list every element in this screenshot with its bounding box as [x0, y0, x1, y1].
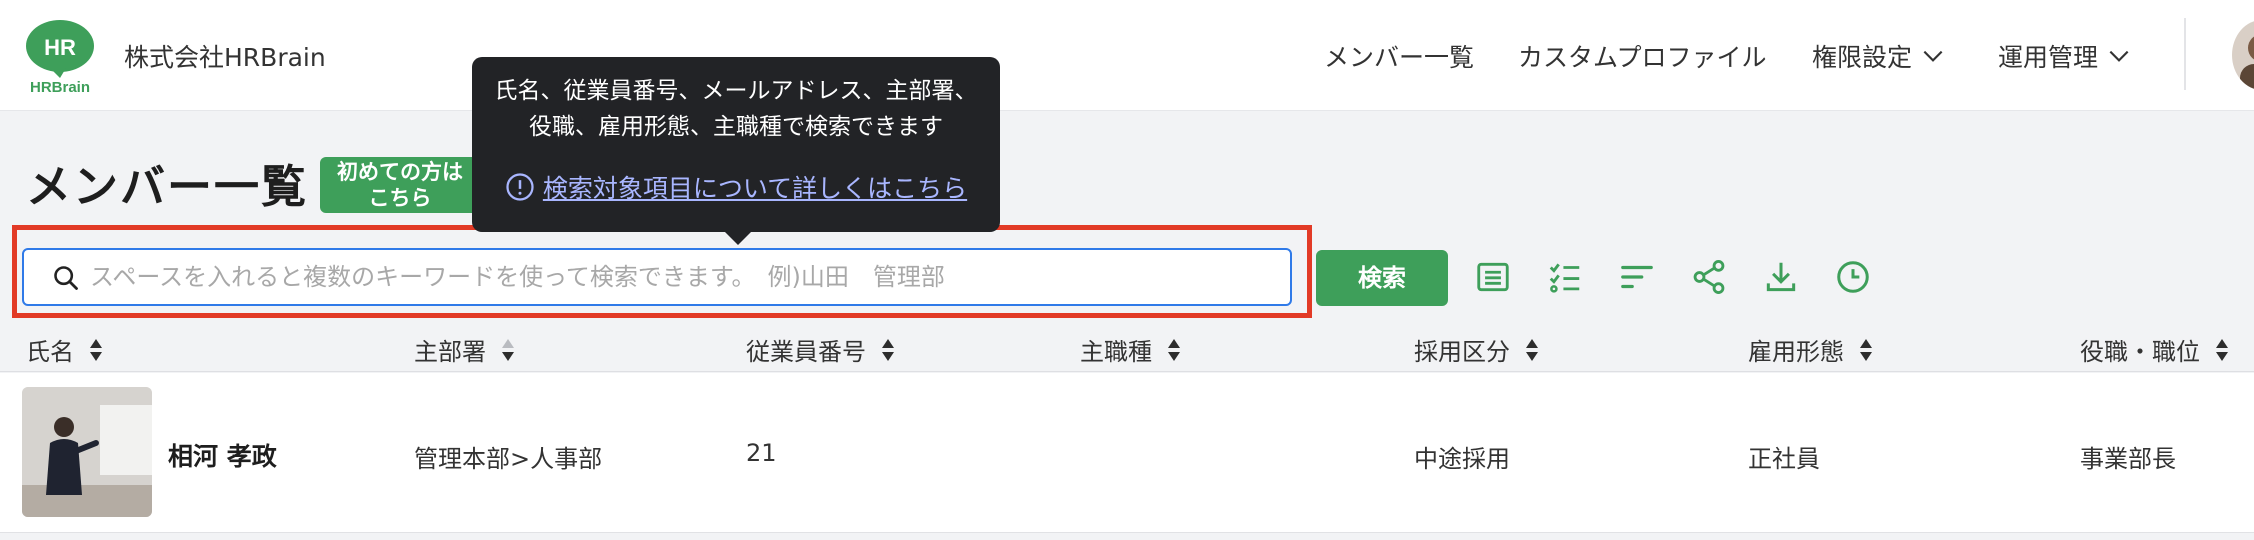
share-button[interactable] — [1690, 258, 1728, 296]
chevron-down-icon — [1923, 50, 1943, 62]
nav-custom-profile[interactable]: カスタムプロファイル — [1518, 38, 1767, 74]
page-title: メンバー一覧 — [26, 160, 309, 213]
list-view-icon — [1477, 262, 1509, 292]
search-icon — [54, 266, 78, 290]
column-header-hiring-label: 採用区分 — [1414, 338, 1510, 366]
column-header-employee-no[interactable]: 従業員番号 — [746, 332, 896, 367]
cell-position: 事業部長 — [2080, 445, 2176, 473]
nav-operation-management[interactable]: 運用管理 — [1998, 38, 2132, 74]
sort-icon — [1858, 337, 1874, 363]
logo-mark-text: HR — [44, 35, 76, 60]
sort-icon — [500, 337, 516, 363]
cell-employee-no: 21 — [746, 439, 777, 467]
sort-icon — [2214, 337, 2230, 363]
sort-icon — [88, 337, 104, 363]
search-box[interactable] — [22, 248, 1292, 306]
guide-button-line1: 初めての方は — [337, 160, 463, 184]
chevron-down-icon — [2109, 50, 2129, 62]
column-header-position-label: 役職・職位 — [2080, 338, 2200, 366]
nav-permission-settings-label: 権限設定 — [1812, 43, 1913, 72]
history-button[interactable] — [1834, 258, 1872, 296]
search-button[interactable]: 検索 — [1316, 250, 1448, 306]
cell-hiring: 中途採用 — [1414, 445, 1510, 473]
column-header-department[interactable]: 主部署 — [414, 332, 516, 367]
member-name-link[interactable]: 相河 孝政 — [168, 437, 277, 473]
logo-wordmark: HRBrain — [30, 79, 90, 94]
checklist-button[interactable] — [1546, 258, 1584, 296]
sort-icon — [1166, 337, 1182, 363]
user-avatar[interactable] — [2232, 20, 2254, 90]
app-header: HR HRBrain 株式会社HRBrain メンバー一覧 カスタムプロファイル… — [0, 0, 2254, 111]
guide-button-line2: こちら — [368, 186, 432, 210]
search-input[interactable] — [90, 258, 1270, 296]
column-header-hiring[interactable]: 採用区分 — [1414, 332, 1540, 367]
column-header-department-label: 主部署 — [414, 338, 486, 366]
nav-member-list[interactable]: メンバー一覧 — [1324, 38, 1474, 74]
tooltip-line-2: 役職、雇用形態、主職種で検索できます — [529, 114, 943, 140]
sort-button[interactable] — [1618, 258, 1656, 296]
tooltip-line-1: 氏名、従業員番号、メールアドレス、主部署、 — [494, 78, 978, 104]
download-button[interactable] — [1762, 258, 1800, 296]
column-header-name-label: 氏名 — [26, 338, 74, 366]
tooltip-arrow — [724, 231, 752, 245]
checklist-icon — [1549, 263, 1580, 293]
first-time-guide-button[interactable]: 初めての方は こちら — [320, 157, 480, 213]
cell-department: 管理本部>人事部 — [414, 445, 603, 473]
hrbrain-logo[interactable]: HR HRBrain — [20, 14, 100, 94]
cell-employment: 正社員 — [1748, 445, 1820, 473]
column-header-job-type[interactable]: 主職種 — [1080, 332, 1182, 367]
share-icon — [1693, 260, 1725, 294]
header-divider — [2184, 18, 2186, 90]
column-header-employment-label: 雇用形態 — [1748, 338, 1844, 366]
sort-icon — [880, 337, 896, 363]
info-circle-icon — [506, 173, 534, 201]
nav-member-list-label: メンバー一覧 — [1324, 43, 1475, 72]
column-header-name[interactable]: 氏名 — [26, 332, 104, 367]
sort-lines-icon — [1621, 265, 1653, 289]
column-header-position[interactable]: 役職・職位 — [2080, 332, 2230, 367]
column-header-job-type-label: 主職種 — [1080, 338, 1152, 366]
nav-permission-settings[interactable]: 権限設定 — [1812, 38, 1946, 74]
search-fields-help-link[interactable]: 検索対象項目について詳しくはこちら — [543, 169, 967, 205]
table-row[interactable]: 相河 孝政 管理本部>人事部 21 中途採用 正社員 事業部長 — [0, 373, 2254, 533]
member-photo — [22, 387, 152, 517]
nav-custom-profile-label: カスタムプロファイル — [1518, 43, 1767, 72]
search-help-tooltip: 氏名、従業員番号、メールアドレス、主部署、 役職、雇用形態、主職種で検索できます… — [472, 57, 1000, 245]
column-header-employment[interactable]: 雇用形態 — [1748, 332, 1874, 367]
table-header: 氏名 主部署 従業員番号 主職種 採用区分 雇用形態 役職・職位 — [0, 322, 2254, 372]
list-view-button[interactable] — [1474, 258, 1512, 296]
column-header-employee-no-label: 従業員番号 — [746, 338, 866, 366]
company-name: 株式会社HRBrain — [124, 43, 326, 72]
download-icon — [1766, 262, 1796, 292]
sort-icon — [1524, 337, 1540, 363]
nav-operation-management-label: 運用管理 — [1998, 43, 2099, 72]
tooltip-link-row[interactable]: 検索対象項目について詳しくはこちら — [492, 169, 980, 205]
history-clock-icon — [1837, 261, 1869, 293]
